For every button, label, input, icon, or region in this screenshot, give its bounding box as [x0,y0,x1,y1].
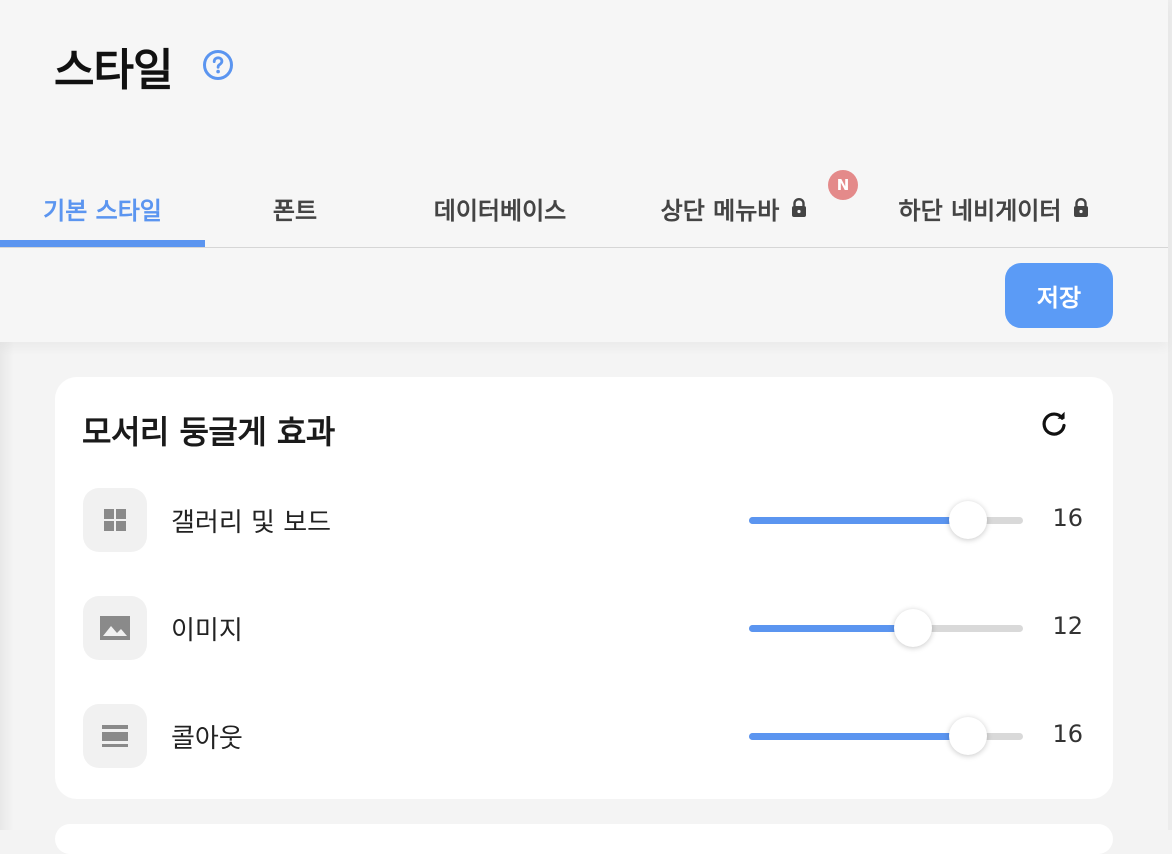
slider-fill [749,625,913,632]
radius-slider[interactable] [749,609,1023,647]
radius-row-callout: 콜아웃 16 [55,704,1113,770]
save-button[interactable]: 저장 [1005,263,1113,328]
style-header: 스타일 기본 스타일 폰트 데이터베이스 상단 메뉴바 하단 네비게이터 N 저… [0,0,1168,342]
tab-font[interactable]: 폰트 [230,168,360,248]
grid-icon [104,509,126,531]
row-value: 16 [1052,504,1083,532]
tab-database[interactable]: 데이터베이스 [400,168,600,248]
row-label: 콜아웃 [171,724,243,754]
tab-bottom-navigator[interactable]: 하단 네비게이터 [880,168,1110,248]
card-title: 모서리 둥글게 효과 [82,413,335,451]
tab-label: 데이터베이스 [433,196,567,225]
lock-icon [792,197,807,217]
row-value: 16 [1052,720,1083,748]
lock-icon [1074,197,1089,217]
row-icon-box [83,596,147,660]
active-tab-indicator [0,240,205,247]
radius-row-gallery: 갤러리 및 보드 16 [55,488,1113,554]
radius-row-image: 이미지 12 [55,596,1113,662]
next-card-edge [55,824,1113,854]
callout-icon [102,725,128,747]
slider-thumb[interactable] [949,717,987,755]
radius-slider[interactable] [749,717,1023,755]
row-value: 12 [1052,612,1083,640]
page-title: 스타일 [54,45,173,96]
refresh-icon[interactable] [1038,408,1070,440]
tab-label: 하단 네비게이터 [898,196,1062,225]
right-scroll-edge [1168,0,1172,830]
tab-label: 상단 메뉴바 [660,196,780,225]
row-label: 갤러리 및 보드 [171,508,332,538]
slider-thumb[interactable] [894,609,932,647]
row-icon-box [83,704,147,768]
image-icon [100,616,130,640]
tab-label: 폰트 [272,196,318,225]
app-frame: 스타일 기본 스타일 폰트 데이터베이스 상단 메뉴바 하단 네비게이터 N 저… [0,0,1172,854]
slider-fill [749,517,968,524]
row-icon-box [83,488,147,552]
question-circle-icon[interactable] [202,49,234,81]
slider-fill [749,733,968,740]
tab-basic-style[interactable]: 기본 스타일 [0,168,205,248]
tab-top-menubar[interactable]: 상단 메뉴바 [640,168,830,248]
new-badge: N [828,170,858,200]
tab-bar: 기본 스타일 폰트 데이터베이스 상단 메뉴바 하단 네비게이터 [0,168,1168,248]
rounded-corners-card: 모서리 둥글게 효과 갤러리 및 보드 16 이미지 12 콜아웃 16 [55,377,1113,799]
radius-slider[interactable] [749,501,1023,539]
slider-thumb[interactable] [949,501,987,539]
tab-label: 기본 스타일 [43,196,162,225]
row-label: 이미지 [171,616,243,646]
